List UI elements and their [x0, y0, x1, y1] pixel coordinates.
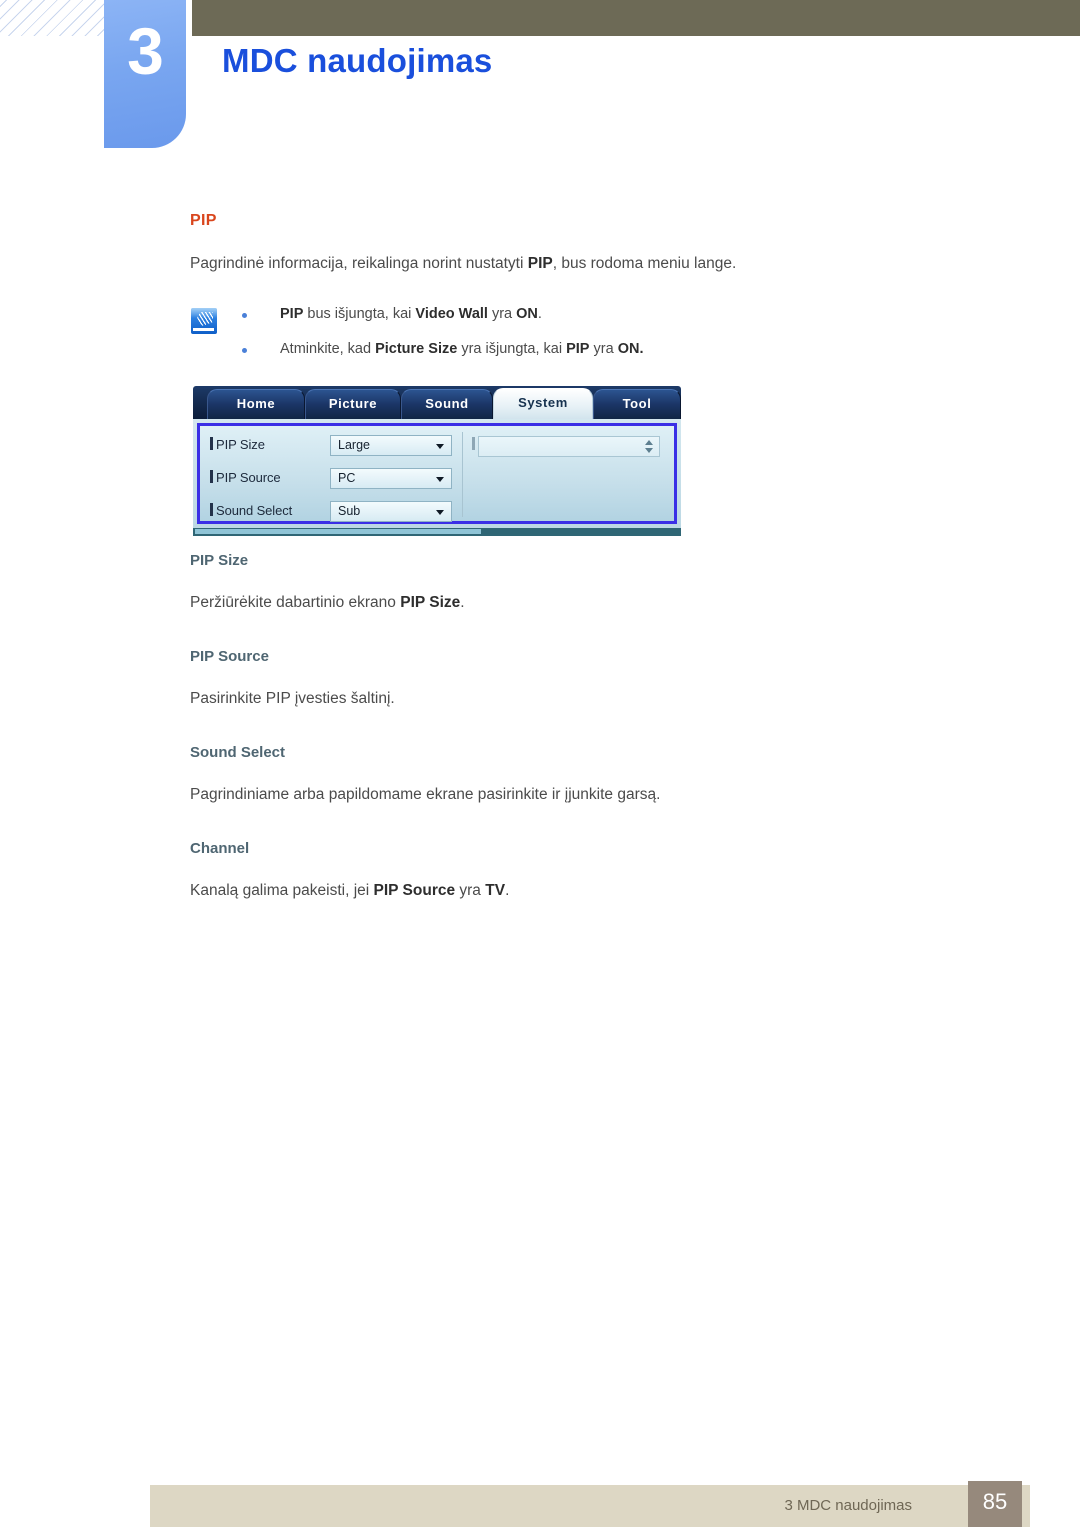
bullet-1-text-2: yra [487, 305, 517, 322]
bullet-2-text-2: yra išjungta, kai [457, 340, 567, 357]
chevron-up-icon[interactable] [645, 440, 653, 445]
dropdown-pip-source[interactable]: PC [330, 468, 452, 489]
tab-home[interactable]: Home [207, 389, 305, 419]
chevron-down-icon [436, 510, 444, 515]
field-marker-icon [210, 503, 213, 516]
tab-system[interactable]: System [493, 388, 593, 421]
def-body-pip-size: Peržiūrėkite dabartinio ekrano PIP Size. [190, 593, 1000, 614]
dropdown-sound-select-value: Sub [338, 504, 361, 518]
mdc-tab-bar: Home Picture Sound System Tool [193, 386, 681, 421]
spinner-buttons[interactable] [643, 438, 656, 455]
page-number: 85 [982, 1489, 1008, 1514]
mdc-status-bar-segment [195, 529, 481, 534]
tab-tool[interactable]: Tool [593, 389, 681, 419]
def-0-before: Peržiūrėkite dabartinio ekrano [190, 594, 401, 611]
mdc-body: PIP Size Large PIP Source PC Sound Selec… [193, 419, 681, 528]
dropdown-pip-size-value: Large [338, 438, 370, 452]
bullet-2-bold-2: PIP [566, 340, 590, 357]
def-body-sound-select: Pagrindiniame arba papildomame ekrane pa… [190, 785, 1000, 806]
intro-text-after: , bus rodoma meniu lange. [552, 255, 737, 272]
intro-paragraph: Pagrindinė informacija, reikalinga norin… [190, 254, 1000, 275]
def-body-pip-source: Pasirinkite PIP įvesties šaltinį. [190, 689, 1000, 710]
bullet-2-bold-3: ON. [617, 340, 644, 357]
intro-text-bold: PIP [527, 255, 553, 272]
footer-bar: 3 MDC naudojimas 85 [150, 1481, 1030, 1527]
bullet-dot-icon [242, 312, 247, 318]
def-heading-pip-size: PIP Size [190, 552, 249, 569]
def-3-bold: PIP Source [373, 881, 456, 899]
mdc-settings-panel: PIP Size Large PIP Source PC Sound Selec… [197, 423, 677, 524]
def-0-bold: PIP Size [400, 594, 461, 611]
dropdown-pip-source-value: PC [338, 471, 356, 485]
bullet-dot-icon [242, 347, 247, 353]
section-title-pip: PIP [190, 212, 217, 229]
field-row-pip-size: PIP Size [210, 436, 265, 456]
def-0-after: . [460, 594, 465, 611]
def-body-channel: Kanalą galima pakeisti, jei PIP Source y… [190, 881, 1000, 902]
note-block: PIP bus išjungta, kai Video Wall yra ON.… [190, 305, 1000, 367]
bullet-2-bold-1: Picture Size [375, 340, 458, 357]
def-heading-sound-select: Sound Select [190, 743, 286, 761]
spinner-channel[interactable] [478, 436, 660, 457]
bullet-1-bold-3: ON [516, 305, 538, 322]
def-heading-channel: Channel [190, 839, 250, 857]
chapter-tab: 3 [104, 0, 186, 148]
page-number-box: 85 [968, 1481, 1022, 1527]
content-intro: PIP Pagrindinė informacija, reikalinga n… [190, 212, 1000, 367]
chevron-down-icon [436, 477, 444, 482]
footer-text: 3 MDC naudojimas [784, 1497, 912, 1514]
label-sound-select: Sound Select [216, 503, 293, 518]
field-marker-icon [210, 470, 213, 483]
intro-text-before: Pagrindinė informacija, reikalinga norin… [190, 255, 528, 272]
mdc-status-bar [193, 528, 681, 536]
dropdown-pip-size[interactable]: Large [330, 435, 452, 456]
chevron-down-icon [436, 444, 444, 449]
list-item: Atminkite, kad Picture Size yra išjungta… [190, 340, 1000, 359]
bullet-1-text-1: bus išjungta, kai [303, 305, 416, 322]
bullet-1-bold-2: Video Wall [415, 305, 488, 322]
field-row-pip-source: PIP Source [210, 469, 281, 489]
def-3-after: yra [455, 881, 486, 899]
field-row-sound-select: Sound Select [210, 502, 292, 522]
bullet-1-text-3: . [537, 305, 542, 322]
def-1-before: Pasirinkite PIP įvesties šaltinį. [190, 689, 395, 707]
def-heading-pip-source: PIP Source [190, 647, 269, 665]
mdc-screenshot-widget: Home Picture Sound System Tool PIP Size … [193, 386, 681, 536]
field-marker-icon [210, 437, 213, 450]
bullet-2-text-1: Atminkite, kad [280, 340, 376, 357]
tab-picture[interactable]: Picture [305, 389, 401, 419]
tab-sound[interactable]: Sound [401, 389, 493, 419]
bullet-1-bold-1: PIP [280, 305, 304, 322]
page-title: MDC naudojimas [222, 42, 493, 79]
def-2-before: Pagrindiniame arba papildomame ekrane pa… [190, 785, 661, 803]
definitions-section: PIP Size Peržiūrėkite dabartinio ekrano … [190, 552, 1000, 936]
label-pip-size: PIP Size [216, 437, 265, 452]
panel-divider [462, 432, 463, 517]
bullet-text: Atminkite, kad Picture Size yra išjungta… [280, 341, 643, 357]
chevron-down-icon[interactable] [645, 448, 653, 453]
field-marker-icon [472, 437, 475, 450]
list-item: PIP bus išjungta, kai Video Wall yra ON. [190, 305, 1000, 324]
def-3-bold2: TV [485, 881, 506, 899]
chapter-number: 3 [127, 14, 164, 88]
header-hatch-pattern [0, 0, 104, 36]
label-pip-source: PIP Source [216, 470, 281, 485]
bullet-2-text-3: yra [589, 340, 618, 357]
header-olive-bar [192, 0, 1080, 36]
def-3-after2: . [505, 881, 510, 899]
dropdown-sound-select[interactable]: Sub [330, 501, 452, 522]
def-3-before: Kanalą galima pakeisti, jei [190, 881, 374, 899]
bullet-text: PIP bus išjungta, kai Video Wall yra ON. [280, 306, 542, 322]
